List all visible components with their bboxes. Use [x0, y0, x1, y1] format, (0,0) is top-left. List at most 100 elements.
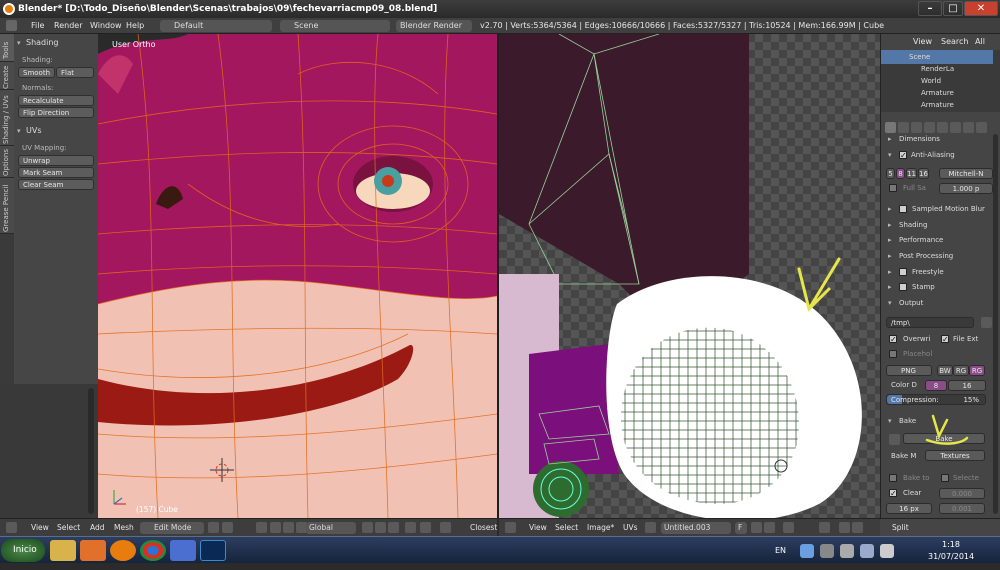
selected-to-active-row[interactable]: Selecte — [939, 471, 999, 485]
uv-image-editor[interactable] — [499, 34, 880, 518]
image-name-field[interactable]: Untitled.003 — [661, 522, 731, 534]
menu-mesh[interactable]: Mesh — [114, 519, 134, 537]
shading-panel[interactable]: ▸ Shading — [881, 218, 993, 232]
menu-add[interactable]: Add — [90, 519, 105, 537]
tray-network-icon[interactable] — [800, 544, 814, 558]
menu-render[interactable]: Render — [54, 18, 82, 34]
bias-field[interactable]: 0.001 — [939, 503, 985, 514]
dimensions-panel[interactable]: ▸ Dimensions — [881, 132, 993, 146]
translate-icon[interactable] — [270, 522, 281, 533]
media-player-icon[interactable] — [80, 540, 106, 561]
selected-checkbox[interactable] — [941, 474, 949, 482]
image-browse-icon[interactable] — [645, 522, 656, 533]
bake-to-checkbox[interactable] — [889, 474, 897, 482]
margin-field[interactable]: 16 px — [886, 503, 932, 514]
flat-button[interactable]: Flat — [56, 67, 94, 78]
tab-shading-uvs[interactable]: Shading / UVs — [0, 90, 14, 146]
app-icon[interactable] — [170, 540, 196, 561]
tab-grease-pencil[interactable]: Grease Pencil — [0, 178, 14, 234]
blender-taskbar-icon[interactable] — [110, 540, 136, 561]
placeholder-checkbox[interactable] — [889, 350, 897, 358]
new-image-icon[interactable] — [751, 522, 762, 533]
clock-date[interactable]: 31/07/2014 — [928, 543, 974, 570]
tray-volume-icon[interactable] — [840, 544, 854, 558]
render-engine-select[interactable]: Blender Render — [396, 20, 472, 32]
rotate-icon[interactable] — [283, 522, 294, 533]
shading-panel-header[interactable]: Shading — [14, 36, 98, 50]
menu-help[interactable]: Help — [126, 18, 144, 34]
aa-filter-select[interactable]: Mitchell-N — [939, 168, 993, 179]
start-button[interactable]: Inicio — [1, 539, 45, 562]
aa-samples-8[interactable]: 8 — [896, 168, 905, 179]
color-mode-rgba[interactable]: RG — [969, 365, 985, 376]
photoshop-icon[interactable] — [200, 540, 226, 561]
snap-target[interactable]: Closest — [470, 519, 497, 537]
occlude-icon[interactable] — [405, 522, 416, 533]
language-indicator[interactable]: EN — [775, 537, 786, 564]
uv-vertex-select-icon[interactable] — [839, 522, 850, 533]
pivot-icon[interactable] — [222, 522, 233, 533]
filter-size-field[interactable]: 1.000 p — [939, 183, 993, 194]
color-depth-16[interactable]: 16 — [948, 380, 986, 391]
uv-edge-select-icon[interactable] — [852, 522, 863, 533]
sync-selection-icon[interactable] — [819, 522, 830, 533]
editor-type-icon[interactable] — [505, 522, 516, 533]
outliner-search-menu[interactable]: Search — [941, 34, 968, 50]
performance-panel[interactable]: ▸ Performance — [881, 233, 993, 247]
color-mode-rgb[interactable]: RG — [953, 365, 969, 376]
tab-options[interactable]: Options — [0, 146, 14, 178]
properties-scrollbar[interactable] — [993, 134, 998, 514]
clear-checkbox[interactable] — [889, 487, 897, 501]
sampled-motion-blur-panel[interactable]: ▸ Sampled Motion Blur — [881, 202, 993, 216]
tray-speaker-icon[interactable] — [880, 544, 894, 558]
aa-samples-11[interactable]: 11 — [906, 168, 917, 179]
unwrap-button[interactable]: Unwrap — [18, 155, 94, 166]
layout-selector[interactable]: Default — [160, 20, 272, 32]
clear-seam-button[interactable]: Clear Seam — [18, 179, 94, 190]
maximize-button[interactable]: □ — [943, 1, 963, 16]
tab-create[interactable]: Create — [0, 62, 14, 90]
outliner-view-menu[interactable]: View — [913, 34, 932, 50]
scene-selector[interactable]: Scene — [280, 20, 390, 32]
file-ext-row[interactable]: File Ext — [939, 332, 999, 347]
viewport-shading-icon[interactable] — [208, 522, 219, 533]
file-format-select[interactable]: PNG — [886, 365, 932, 376]
editor-type-icon[interactable] — [6, 20, 17, 31]
vertex-select-icon[interactable] — [362, 522, 373, 533]
recalculate-button[interactable]: Recalculate — [18, 95, 94, 106]
file-ext-checkbox[interactable] — [941, 333, 949, 347]
uv-menu-uvs[interactable]: UVs — [623, 519, 638, 537]
fake-user-button[interactable]: F — [735, 522, 747, 534]
mode-select[interactable]: Edit Mode — [140, 522, 204, 534]
snap-icon[interactable] — [440, 522, 451, 533]
smooth-button[interactable]: Smooth — [18, 67, 55, 78]
manipulator-icon[interactable] — [256, 522, 267, 533]
motion-blur-checkbox[interactable] — [899, 205, 907, 213]
full-sample-checkbox[interactable] — [889, 184, 897, 192]
face-select-icon[interactable] — [388, 522, 399, 533]
anti-aliasing-panel[interactable]: ▾Anti-Aliasing — [881, 148, 993, 163]
chrome-icon[interactable] — [140, 540, 166, 561]
menu-view[interactable]: View — [31, 519, 49, 537]
outliner-item-armature-2[interactable]: Armature — [881, 98, 993, 112]
freestyle-panel[interactable]: ▸ Freestyle — [881, 265, 993, 279]
folder-icon[interactable] — [981, 317, 992, 328]
editor-type-icon[interactable] — [6, 522, 17, 533]
compression-slider[interactable]: Compression: 15% — [886, 394, 986, 405]
color-mode-bw[interactable]: BW — [937, 365, 953, 376]
flip-direction-button[interactable]: Flip Direction — [18, 107, 94, 118]
outliner-filter[interactable]: All — [975, 34, 985, 50]
freestyle-checkbox[interactable] — [899, 268, 907, 276]
mark-seam-button[interactable]: Mark Seam — [18, 167, 94, 178]
uv-menu-select[interactable]: Select — [555, 519, 578, 537]
aa-samples-5[interactable]: 5 — [886, 168, 895, 179]
explorer-icon[interactable] — [50, 540, 76, 561]
tray-flag-icon[interactable] — [860, 544, 874, 558]
bake-mode-select[interactable]: Textures — [925, 450, 985, 461]
menu-file[interactable]: File — [31, 18, 44, 34]
anti-aliasing-checkbox[interactable] — [899, 149, 907, 163]
post-processing-panel[interactable]: ▸ Post Processing — [881, 249, 993, 263]
menu-select[interactable]: Select — [57, 519, 80, 537]
orientation-select[interactable]: Global — [306, 522, 356, 534]
output-panel[interactable]: ▾ Output — [881, 296, 993, 310]
